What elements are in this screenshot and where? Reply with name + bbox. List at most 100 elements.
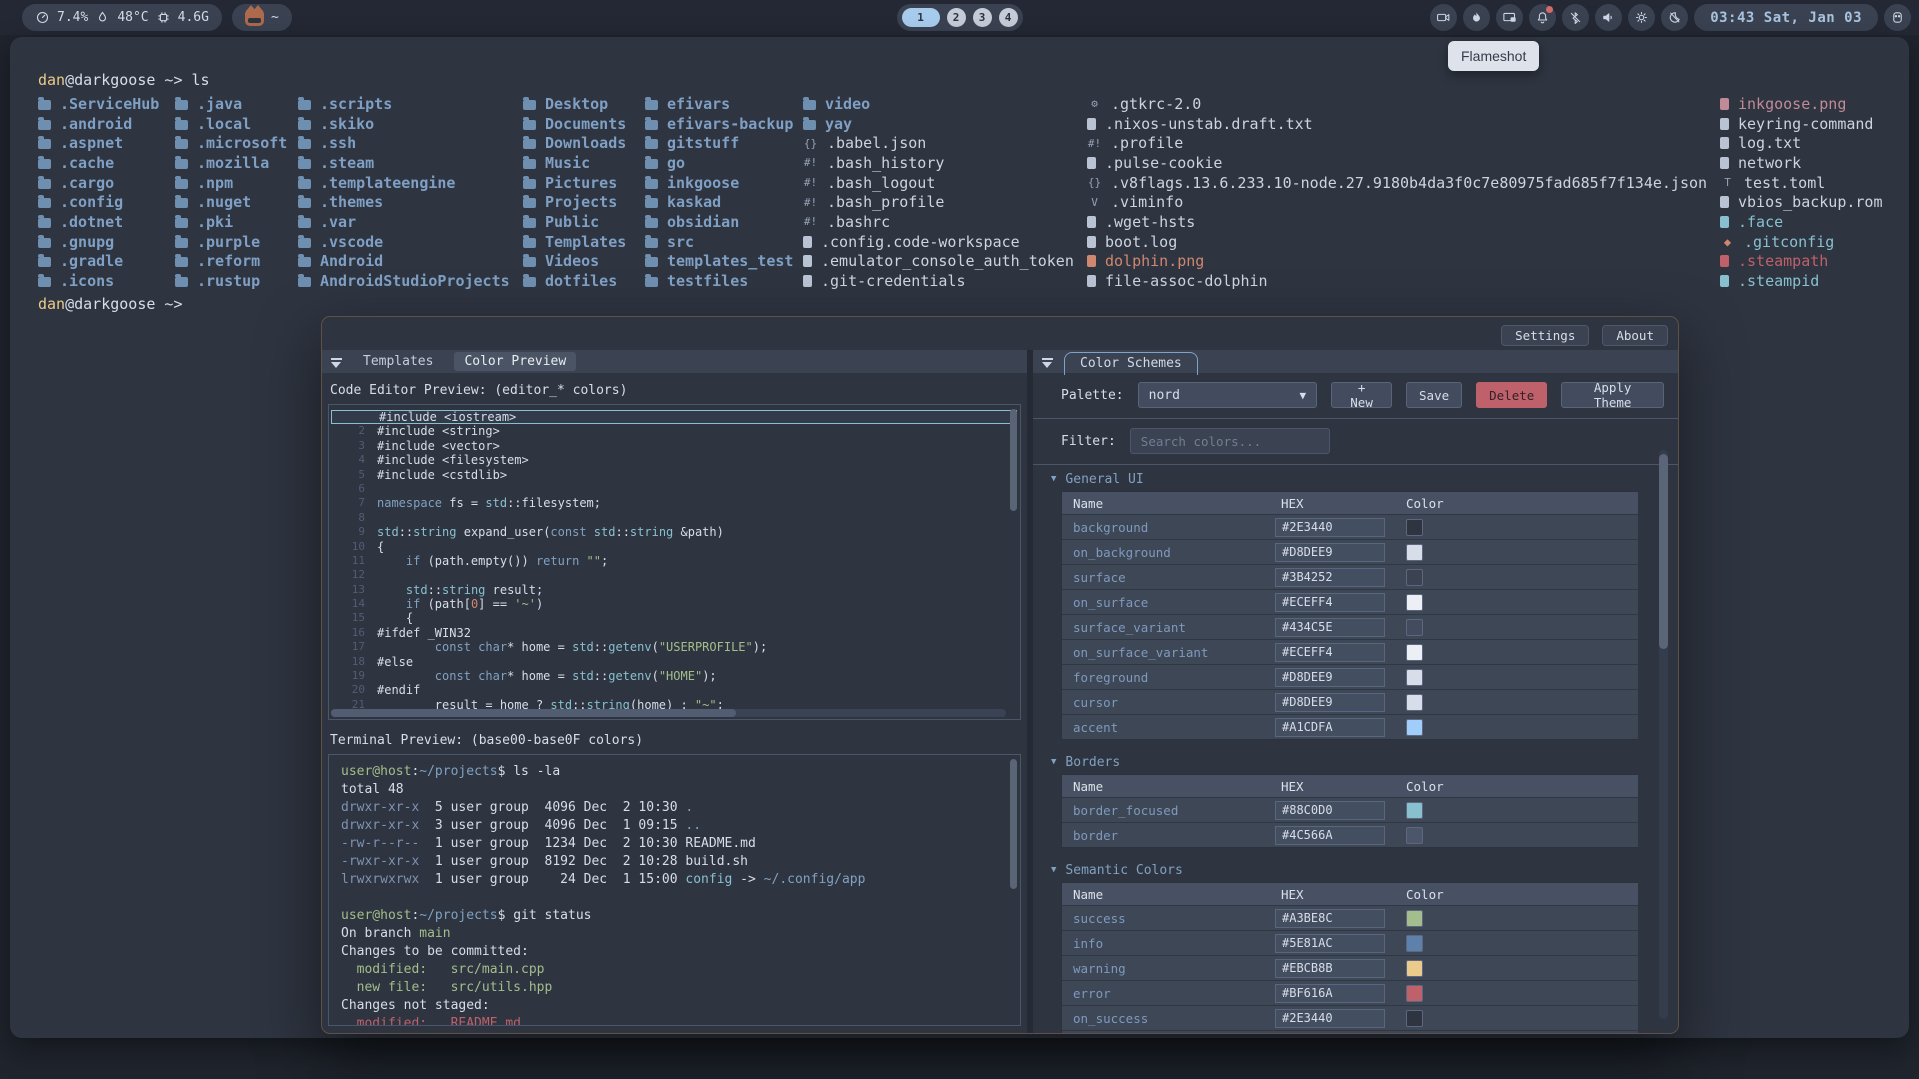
- workspace-indicator-3[interactable]: 3: [973, 8, 992, 27]
- top-bar: 7.4% 48°C 4.6G ~ 1234: [0, 0, 1919, 35]
- tray-owl-icon[interactable]: [1884, 4, 1911, 31]
- tab-color-schemes[interactable]: Color Schemes: [1064, 352, 1198, 375]
- doc-icon: [1087, 118, 1096, 130]
- editor-horizontal-scrollbar-track[interactable]: [331, 709, 1006, 717]
- system-stats-pill: 7.4% 48°C 4.6G: [22, 4, 222, 31]
- apply-theme-button[interactable]: Apply Theme: [1561, 382, 1664, 408]
- hex-input[interactable]: #D8DEE9: [1275, 543, 1385, 562]
- about-button[interactable]: About: [1602, 325, 1668, 346]
- hex-input[interactable]: #D8DEE9: [1275, 693, 1385, 712]
- collapse-caret-icon[interactable]: [331, 357, 342, 367]
- color-swatch[interactable]: [1406, 910, 1423, 927]
- workspace-indicator-1[interactable]: 1: [902, 8, 940, 27]
- section-title[interactable]: ▼Semantic Colors: [1049, 858, 1638, 882]
- color-row: on_background#D8DEE9: [1062, 539, 1638, 564]
- new-palette-button[interactable]: + New: [1331, 382, 1392, 408]
- terminal-preview[interactable]: user@host:~/projects$ ls -latotal 48drwx…: [328, 754, 1021, 1026]
- panel-scrollbar-track[interactable]: [1659, 450, 1668, 1019]
- code-line: 19 const char* home = std::getenv("HOME"…: [329, 669, 1020, 683]
- color-table: NameHEXColorborder_focused#88C0D0border#…: [1061, 774, 1638, 848]
- prompt-user: dan: [38, 295, 65, 313]
- ls-item: AndroidStudioProjects: [298, 271, 510, 291]
- ls-item: .reform: [175, 252, 287, 272]
- color-swatch[interactable]: [1406, 619, 1423, 636]
- bluetooth-off-icon[interactable]: [1562, 4, 1589, 31]
- hex-input[interactable]: #EBCB8B: [1275, 959, 1385, 978]
- section-title[interactable]: ▼General UI: [1049, 467, 1638, 491]
- hex-input[interactable]: #ECEFF4: [1275, 593, 1385, 612]
- ls-item: .nuget: [175, 192, 287, 212]
- color-swatch[interactable]: [1406, 519, 1423, 536]
- color-swatch[interactable]: [1406, 1010, 1423, 1027]
- color-swatch[interactable]: [1406, 694, 1423, 711]
- gear-icon: ⚙: [1087, 97, 1102, 110]
- tab-templates[interactable]: Templates: [353, 352, 443, 371]
- hex-input[interactable]: #3B4252: [1275, 568, 1385, 587]
- hex-input[interactable]: #4C566A: [1275, 826, 1385, 845]
- color-swatch[interactable]: [1406, 960, 1423, 977]
- delete-button[interactable]: Delete: [1476, 382, 1547, 408]
- color-swatch[interactable]: [1406, 719, 1423, 736]
- editor-horizontal-scrollbar-thumb[interactable]: [331, 709, 736, 717]
- palette-select[interactable]: nord ▼: [1138, 382, 1318, 408]
- ls-item: .mozilla: [175, 153, 287, 173]
- screen-lock-icon[interactable]: [1496, 4, 1523, 31]
- collapse-caret-icon[interactable]: [1042, 357, 1053, 367]
- hex-input[interactable]: #434C5E: [1275, 618, 1385, 637]
- notifications-bell-icon[interactable]: [1529, 4, 1556, 31]
- hex-input[interactable]: #2E3440: [1275, 1009, 1385, 1028]
- terminal-preview-scrollbar[interactable]: [1010, 759, 1017, 889]
- color-swatch[interactable]: [1406, 802, 1423, 819]
- code-line: 18#else: [329, 655, 1020, 669]
- night-light-icon[interactable]: [1661, 4, 1688, 31]
- volume-icon[interactable]: [1595, 4, 1622, 31]
- workspace-indicator-4[interactable]: 4: [999, 8, 1018, 27]
- color-row: on_info#2E3440: [1062, 1030, 1638, 1033]
- shell-prompt-line[interactable]: dan@darkgoose ~>: [38, 293, 1893, 315]
- table-header: NameHEXColor: [1062, 492, 1638, 514]
- shebang-icon: #!: [803, 196, 818, 209]
- folder-icon: [175, 198, 188, 208]
- flameshot-flame-icon[interactable]: [1463, 4, 1490, 31]
- folder-icon: [38, 277, 51, 287]
- save-button[interactable]: Save: [1406, 382, 1462, 408]
- folder-icon: [38, 198, 51, 208]
- color-swatch[interactable]: [1406, 569, 1423, 586]
- folder-icon: [38, 218, 51, 228]
- color-swatch[interactable]: [1406, 669, 1423, 686]
- settings-button[interactable]: Settings: [1501, 325, 1589, 346]
- ls-item: .ssh: [298, 133, 510, 153]
- color-swatch[interactable]: [1406, 827, 1423, 844]
- ls-item: .pulse-cookie: [1087, 153, 1707, 173]
- hex-input[interactable]: #A3BE8C: [1275, 909, 1385, 928]
- hex-input[interactable]: #D8DEE9: [1275, 668, 1385, 687]
- hex-input[interactable]: #A1CDFA: [1275, 718, 1385, 737]
- editor-vertical-scrollbar[interactable]: [1010, 409, 1017, 511]
- color-swatch[interactable]: [1406, 985, 1423, 1002]
- clock[interactable]: 03:43 Sat, Jan 03: [1694, 4, 1878, 31]
- color-swatch[interactable]: [1406, 594, 1423, 611]
- file-icon: [803, 236, 812, 248]
- brightness-sun-icon[interactable]: [1628, 4, 1655, 31]
- file-icon: [1087, 157, 1096, 169]
- workspace-indicator-2[interactable]: 2: [947, 8, 966, 27]
- folder-icon: [298, 100, 311, 110]
- color-swatch[interactable]: [1406, 544, 1423, 561]
- hex-input[interactable]: #88C0D0: [1275, 801, 1385, 820]
- filter-input[interactable]: [1130, 428, 1330, 454]
- ls-item: network: [1720, 153, 1883, 173]
- video-camera-icon[interactable]: [1430, 4, 1457, 31]
- tab-color-preview[interactable]: Color Preview: [454, 352, 576, 371]
- panel-scrollbar-thumb[interactable]: [1659, 454, 1668, 649]
- hex-input[interactable]: #5E81AC: [1275, 934, 1385, 953]
- launcher-pill[interactable]: ~: [232, 4, 292, 31]
- color-swatch[interactable]: [1406, 644, 1423, 661]
- hex-input[interactable]: #2E3440: [1275, 518, 1385, 537]
- vim-icon: V: [1087, 196, 1102, 209]
- file-icon: [1087, 216, 1096, 228]
- hex-input[interactable]: #BF616A: [1275, 984, 1385, 1003]
- code-editor-preview[interactable]: #include <iostream>2#include <string>3#i…: [328, 404, 1021, 720]
- hex-input[interactable]: #ECEFF4: [1275, 643, 1385, 662]
- color-swatch[interactable]: [1406, 935, 1423, 952]
- section-title[interactable]: ▼Borders: [1049, 750, 1638, 774]
